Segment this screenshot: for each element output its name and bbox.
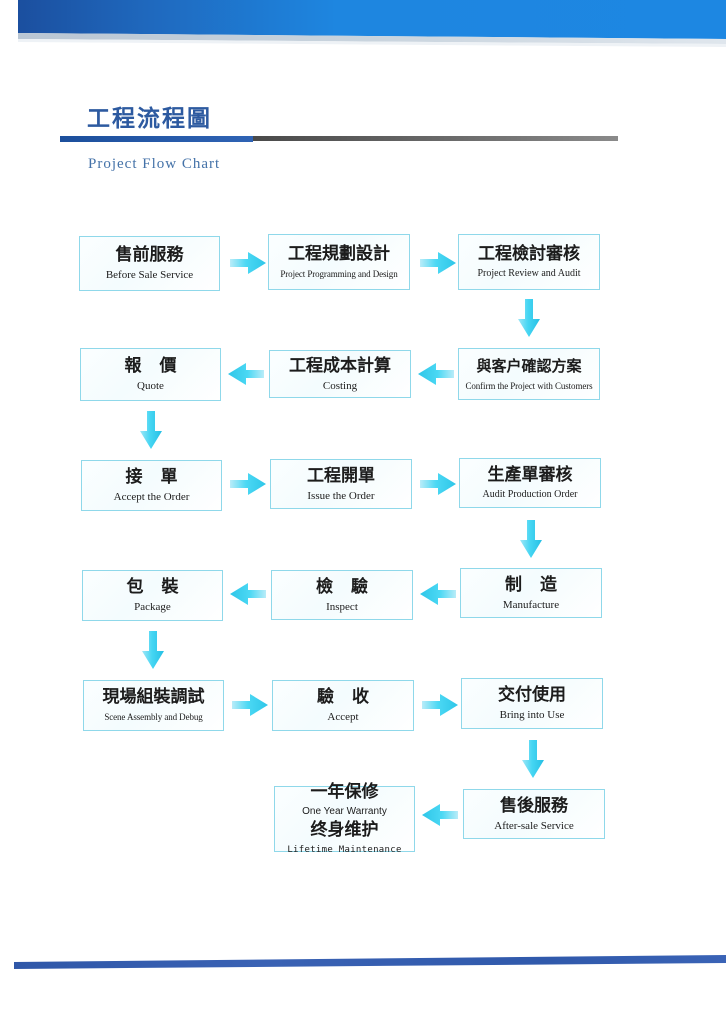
flow-node-accept-the-order[interactable]: 接 單 Accept the Order — [81, 460, 222, 511]
flow-node-label-cn: 工程成本計算 — [289, 355, 391, 376]
flow-node-label-cn: 工程檢討審核 — [478, 243, 580, 264]
flow-node-label-cn: 檢 驗 — [316, 576, 374, 597]
flow-node-audit-production-order[interactable]: 生產單審核 Audit Production Order — [459, 458, 601, 508]
flow-node-label-en: Confirm the Project with Customers — [465, 380, 593, 391]
flow-node-confirm-project-with-customers[interactable]: 與客户確認方案 Confirm the Project with Custome… — [458, 348, 600, 400]
flow-node-label-cn: 包 裝 — [126, 577, 185, 597]
flow-node-label-cn: 交付使用 — [498, 685, 566, 705]
flow-node-label-en: Scene Assembly and Debug — [104, 712, 203, 722]
flow-node-label-cn: 與客户確認方案 — [476, 356, 582, 375]
flow-node-warranty-and-maintenance[interactable]: 一年保修 One Year Warranty 终身维护 Lifetime Mai… — [274, 782, 415, 855]
flow-node-issue-the-order[interactable]: 工程開單 Issue the Order — [270, 459, 412, 509]
flow-node-quote[interactable]: 報 價 Quote — [80, 348, 221, 401]
flow-node-label-cn: 現場組裝調試 — [102, 687, 205, 707]
flow-node-manufacture[interactable]: 制 造 Manufacture — [460, 568, 602, 618]
flow-node-inspect[interactable]: 檢 驗 Inspect — [271, 570, 413, 620]
arrow-right-icon-r1-a — [228, 250, 268, 276]
bottom-decorative-band — [0, 938, 726, 978]
flow-node-label-en: Inspect — [326, 600, 358, 613]
flow-node-label-cn: 生產單審核 — [487, 464, 573, 485]
flow-node-bring-into-use[interactable]: 交付使用 Bring into Use — [461, 678, 603, 729]
flow-node-label-cn: 工程開單 — [307, 465, 375, 486]
flow-node-scene-assembly-and-debug[interactable]: 現場組裝調試 Scene Assembly and Debug — [83, 680, 224, 731]
flow-node-after-sale-service[interactable]: 售後服務 After-sale Service — [463, 789, 605, 839]
arrow-left-icon-r4-b — [418, 581, 458, 607]
arrow-left-icon-r4-a — [228, 581, 268, 607]
arrow-down-icon-r5 — [520, 738, 546, 780]
flow-node-label-en: Audit Production Order — [482, 488, 578, 500]
arrow-down-icon-r2 — [138, 409, 164, 451]
flow-node-label-cn: 接 單 — [125, 467, 184, 487]
arrow-right-icon-r1-b — [418, 250, 458, 276]
arrow-right-icon-r5-a — [230, 692, 270, 718]
arrow-left-icon-r2-a — [226, 361, 266, 387]
flow-node-label-en: Package — [134, 601, 171, 613]
flow-node-accept[interactable]: 驗 收 Accept — [272, 680, 414, 731]
flow-node-package[interactable]: 包 裝 Package — [82, 570, 223, 621]
flow-node-project-programming-and-design[interactable]: 工程規劃設計 Project Programming and Design — [268, 234, 410, 290]
flow-node-project-review-and-audit[interactable]: 工程檢討審核 Project Review and Audit — [458, 234, 600, 290]
flow-node-label-en: Accept — [327, 711, 359, 723]
flow-node-label-en: Project Review and Audit — [477, 267, 581, 279]
flow-node-label-cn-secondary: 终身维护 — [310, 819, 379, 840]
arrow-right-icon-r3-a — [228, 471, 268, 497]
arrow-down-icon-r1 — [516, 297, 542, 339]
flow-node-label-cn: 一年保修 — [310, 781, 379, 802]
flow-node-label-en: Manufacture — [502, 598, 560, 611]
flow-node-label-cn: 報 價 — [124, 356, 183, 376]
flow-node-label-en-secondary: Lifetime Maintenance — [287, 844, 402, 855]
flow-node-label-en: Costing — [322, 379, 358, 392]
flow-node-label-cn: 售前服務 — [115, 245, 184, 265]
arrow-left-icon-r6 — [420, 802, 460, 828]
arrow-left-icon-r2-b — [416, 361, 456, 387]
flow-node-label-cn: 驗 收 — [317, 687, 375, 707]
project-flow-chart: 售前服務 Before Sale Service 工程規劃設計 Project … — [0, 0, 726, 1024]
flow-node-label-cn: 售後服務 — [500, 795, 568, 816]
flow-node-label-en: Issue the Order — [307, 489, 375, 502]
arrow-down-icon-r4 — [140, 629, 166, 671]
flow-node-label-en: One Year Warranty — [302, 805, 387, 817]
flow-node-costing[interactable]: 工程成本計算 Costing — [269, 350, 411, 398]
flow-node-label-cn: 工程規劃設計 — [288, 243, 390, 264]
flow-node-label-cn: 制 造 — [505, 574, 563, 595]
flow-node-label-en: Accept the Order — [113, 491, 190, 503]
flow-node-label-en: After-sale Service — [494, 819, 574, 832]
flow-node-label-en: Project Programming and Design — [280, 268, 398, 279]
flow-node-label-en: Bring into Use — [499, 709, 565, 721]
arrow-right-icon-r3-b — [418, 471, 458, 497]
arrow-down-icon-r3 — [518, 518, 544, 560]
arrow-right-icon-r5-b — [420, 692, 460, 718]
flow-node-label-en: Before Sale Service — [105, 269, 194, 281]
flow-node-before-sale-service[interactable]: 售前服務 Before Sale Service — [79, 236, 220, 291]
flow-node-label-en: Quote — [137, 380, 164, 392]
